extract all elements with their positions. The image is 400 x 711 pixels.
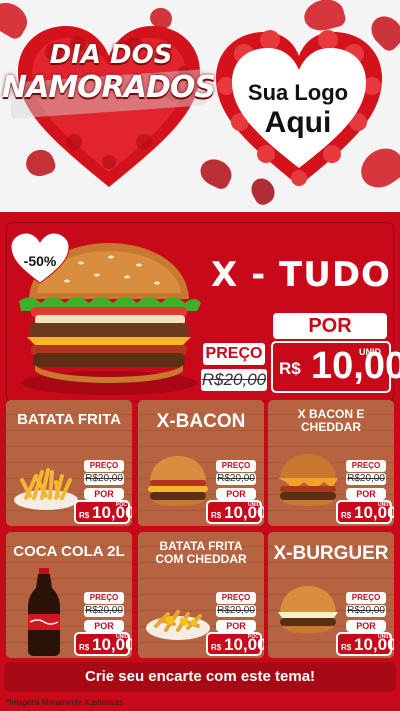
product-name: X-BACON bbox=[156, 411, 246, 432]
burger-icon bbox=[144, 450, 212, 516]
cta-banner[interactable]: Crie seu encarte com este tema! bbox=[4, 662, 396, 692]
discount-label: -50% bbox=[23, 253, 57, 269]
por-label: POR bbox=[346, 488, 386, 500]
new-price: R$ 10,00 UNID bbox=[74, 632, 132, 656]
unit: POC bbox=[116, 502, 127, 508]
hero-offer: -50% X - TUDO PREÇO R$20,00 POR R$ 10,00… bbox=[6, 222, 400, 402]
title-line-1: DIA DOS bbox=[49, 40, 173, 70]
product-name: BATATA FRITA bbox=[17, 411, 121, 428]
title-line-2: NAMORADOS bbox=[2, 70, 216, 105]
currency: R$ bbox=[211, 643, 222, 652]
currency: R$ bbox=[79, 511, 90, 520]
product-name: X BACON E CHEDDAR bbox=[297, 407, 365, 435]
old-price: R$20,00 bbox=[84, 605, 124, 617]
hero-preco-label: PREÇO bbox=[203, 343, 265, 365]
product-card[interactable]: COCA COLA 2L PREÇO R$20,00 POR R$ 10,00 … bbox=[6, 532, 132, 658]
product-name: X-BURGUER bbox=[273, 543, 389, 564]
burger-simple-icon bbox=[274, 582, 342, 648]
product-card[interactable]: BATATA FRITA COM CHEDDAR PREÇO R$20,00 P… bbox=[138, 532, 264, 658]
unit: UNID bbox=[378, 634, 391, 640]
hero-price-value: 10,00 bbox=[311, 345, 400, 387]
logo-placeholder-line-1: Sua Logo bbox=[247, 80, 349, 105]
product-card[interactable]: X-BURGUER PREÇO R$20,00 POR R$ 10,00 UNI… bbox=[268, 532, 394, 658]
preco-label: PREÇO bbox=[216, 592, 256, 604]
preco-label: PREÇO bbox=[346, 460, 386, 472]
product-card[interactable]: X BACON E CHEDDAR PREÇO R$20,00 POR R$ 1… bbox=[268, 400, 394, 526]
preco-label: PREÇO bbox=[84, 592, 124, 604]
new-price: R$ 10,00 UNID bbox=[336, 632, 394, 656]
old-price: R$20,00 bbox=[216, 473, 256, 485]
hero-old-price: R$20,00 bbox=[201, 369, 267, 391]
unit: UNID bbox=[378, 502, 391, 508]
hero-new-price: R$ 10,00 UNID bbox=[271, 341, 400, 393]
currency: R$ bbox=[341, 643, 352, 652]
por-label: POR bbox=[84, 488, 124, 500]
hero-unit: UNID bbox=[359, 347, 381, 357]
burger-cheddar-icon bbox=[274, 450, 342, 516]
new-price: R$ 10,00 UNID bbox=[336, 500, 394, 524]
currency: R$ bbox=[341, 511, 352, 520]
new-price: R$ 10,00 UNID bbox=[206, 500, 264, 524]
hero-product-name: X - TUDO bbox=[211, 255, 391, 295]
fries-cheddar-icon bbox=[144, 582, 212, 648]
old-price: R$20,00 bbox=[84, 473, 124, 485]
hero-por-label: POR bbox=[273, 313, 387, 339]
preco-label: PREÇO bbox=[84, 460, 124, 472]
old-price: R$20,00 bbox=[346, 605, 386, 617]
currency: R$ bbox=[79, 643, 90, 652]
logo-placeholder-line-2: Aqui bbox=[264, 106, 332, 139]
fries-icon bbox=[12, 450, 80, 516]
por-label: POR bbox=[216, 620, 256, 632]
menu-panel: -50% X - TUDO PREÇO R$20,00 POR R$ 10,00… bbox=[0, 212, 400, 711]
new-price: R$ 10,00 POC bbox=[206, 632, 264, 656]
por-label: POR bbox=[84, 620, 124, 632]
header-banner: DIA DOS NAMORADOS Sua Logo Aqui bbox=[0, 0, 400, 212]
old-price: R$20,00 bbox=[346, 473, 386, 485]
currency: R$ bbox=[211, 511, 222, 520]
product-card[interactable]: X-BACON PREÇO R$20,00 POR R$ 10,00 UNID bbox=[138, 400, 264, 526]
unit: POC bbox=[248, 634, 259, 640]
product-name: BATATA FRITA COM CHEDDAR bbox=[155, 539, 247, 567]
new-price: R$ 10,00 POC bbox=[74, 500, 132, 524]
hero-currency: R$ bbox=[279, 359, 301, 378]
old-price: R$20,00 bbox=[216, 605, 256, 617]
unit: UNID bbox=[116, 634, 129, 640]
por-label: POR bbox=[346, 620, 386, 632]
por-label: POR bbox=[216, 488, 256, 500]
preco-label: PREÇO bbox=[216, 460, 256, 472]
product-card[interactable]: BATATA FRITA PREÇO R$20,00 POR R$ 10,00 … bbox=[6, 400, 132, 526]
unit: UNID bbox=[248, 502, 261, 508]
disclaimer-text: *Imagens Meramente Ilustrativas bbox=[6, 698, 123, 707]
product-name: COCA COLA 2L bbox=[13, 543, 125, 560]
preco-label: PREÇO bbox=[346, 592, 386, 604]
